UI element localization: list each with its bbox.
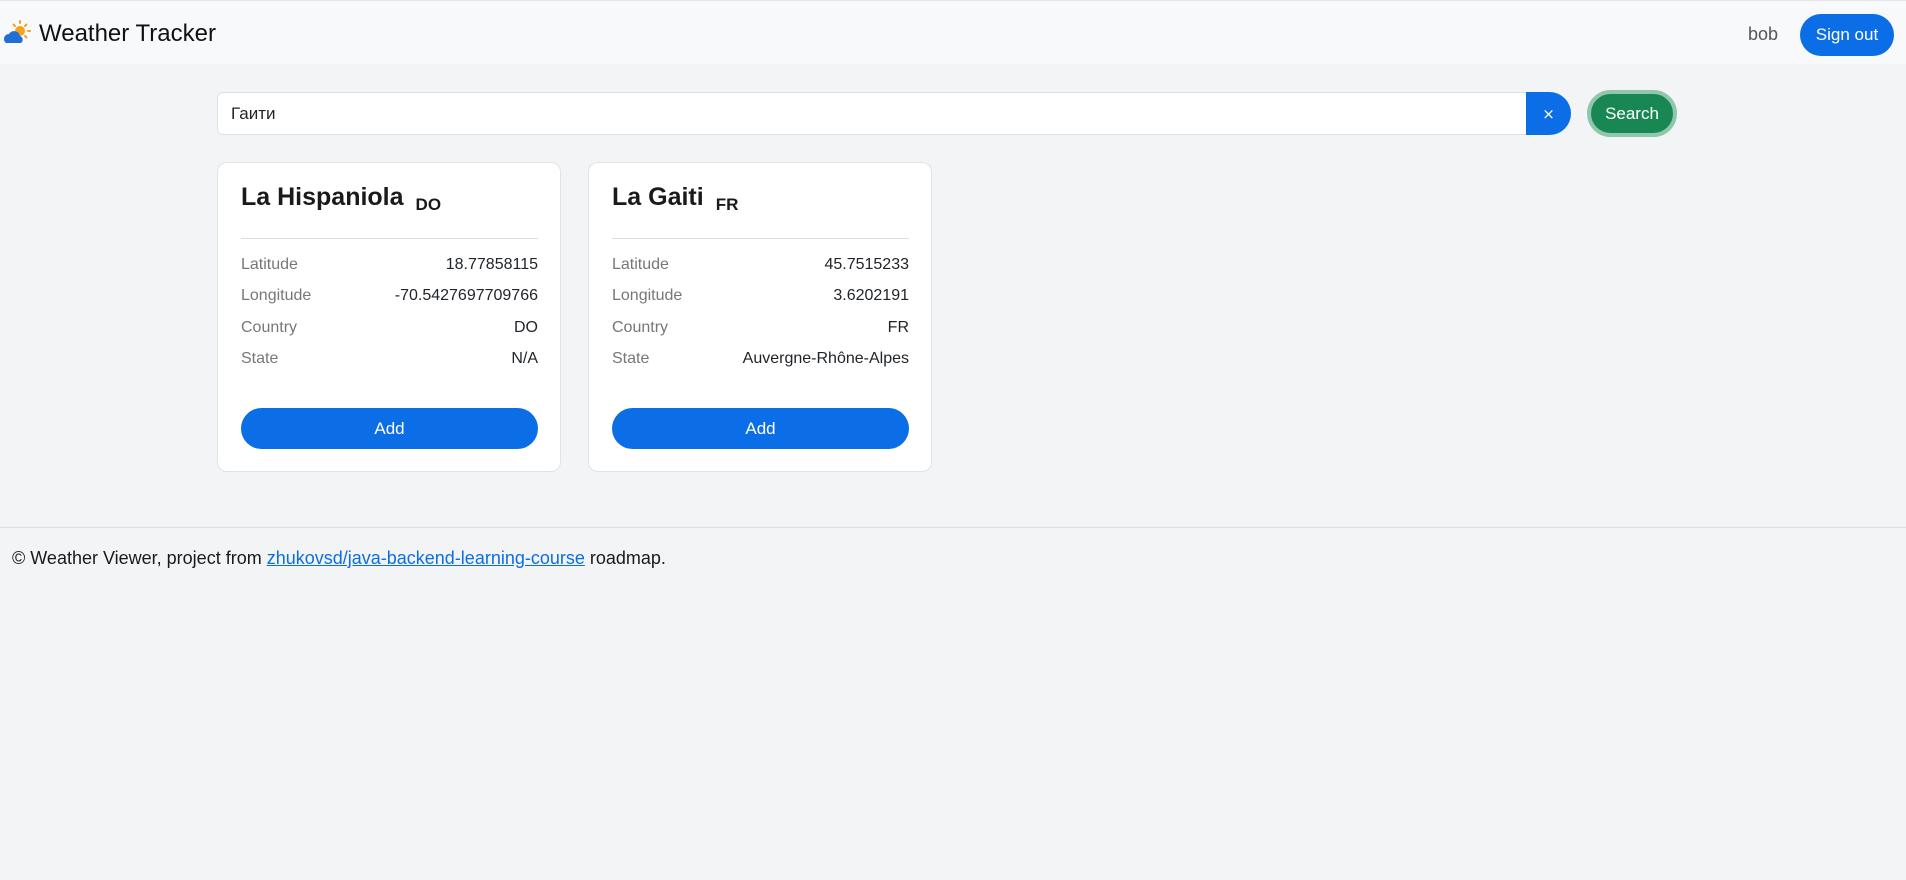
location-name: La Hispaniola	[241, 183, 404, 211]
state-label: State	[241, 350, 279, 367]
latitude-label: Latitude	[612, 256, 669, 273]
add-location-button[interactable]: Add	[612, 408, 909, 449]
add-location-button[interactable]: Add	[241, 408, 538, 449]
country-label: Country	[612, 319, 669, 336]
footer-divider	[0, 527, 1906, 528]
footer-suffix: roadmap.	[584, 548, 666, 568]
longitude-row: Longitude 3.6202191	[612, 287, 909, 309]
longitude-value: -70.5427697709766	[394, 287, 538, 304]
location-name: La Gaiti	[612, 183, 704, 211]
latitude-value: 18.77858115	[445, 256, 538, 273]
sun-cloud-icon	[3, 20, 31, 43]
search-button[interactable]: Search	[1587, 90, 1677, 137]
country-row: Country DO	[241, 319, 538, 341]
search-bar: × Search	[217, 90, 1679, 137]
current-user-name: bob	[1747, 24, 1778, 44]
card-header: La Gaiti FR	[612, 183, 739, 214]
latitude-row: Latitude 18.77858115	[241, 256, 538, 278]
latitude-row: Latitude 45.7515233	[612, 256, 909, 278]
longitude-value: 3.6202191	[833, 287, 909, 304]
search-input[interactable]	[217, 92, 1527, 135]
country-value: DO	[514, 319, 538, 336]
divider	[241, 238, 538, 239]
country-value: FR	[887, 319, 909, 336]
clear-search-button[interactable]: ×	[1526, 92, 1571, 135]
course-link[interactable]: zhukovsd/java-backend-learning-course	[267, 548, 585, 568]
longitude-row: Longitude -70.5427697709766	[241, 287, 538, 309]
footer-prefix: © Weather Viewer, project from	[12, 548, 267, 568]
sign-out-button[interactable]: Sign out	[1800, 14, 1894, 56]
country-code: DO	[415, 195, 442, 214]
latitude-label: Latitude	[241, 256, 298, 273]
state-row: State N/A	[241, 350, 538, 372]
longitude-label: Longitude	[241, 287, 312, 304]
location-card: La Gaiti FR Latitude 45.7515233 Longitud…	[588, 162, 932, 472]
card-header: La Hispaniola DO	[241, 183, 442, 214]
app-title: Weather Tracker	[39, 20, 216, 47]
state-value: N/A	[511, 350, 538, 367]
footer: © Weather Viewer, project from zhukovsd/…	[12, 548, 666, 569]
latitude-value: 45.7515233	[824, 256, 909, 273]
top-navbar: Weather Tracker bob Sign out	[0, 0, 1906, 64]
country-label: Country	[241, 319, 298, 336]
longitude-label: Longitude	[612, 287, 683, 304]
state-row: State Auvergne-Rhône-Alpes	[612, 350, 909, 372]
brand[interactable]: Weather Tracker	[2, 19, 216, 49]
country-code: FR	[715, 195, 739, 214]
country-row: Country FR	[612, 319, 909, 341]
divider	[612, 238, 909, 239]
state-label: State	[612, 350, 650, 367]
location-card: La Hispaniola DO Latitude 18.77858115 Lo…	[217, 162, 561, 472]
state-value: Auvergne-Rhône-Alpes	[742, 350, 909, 367]
